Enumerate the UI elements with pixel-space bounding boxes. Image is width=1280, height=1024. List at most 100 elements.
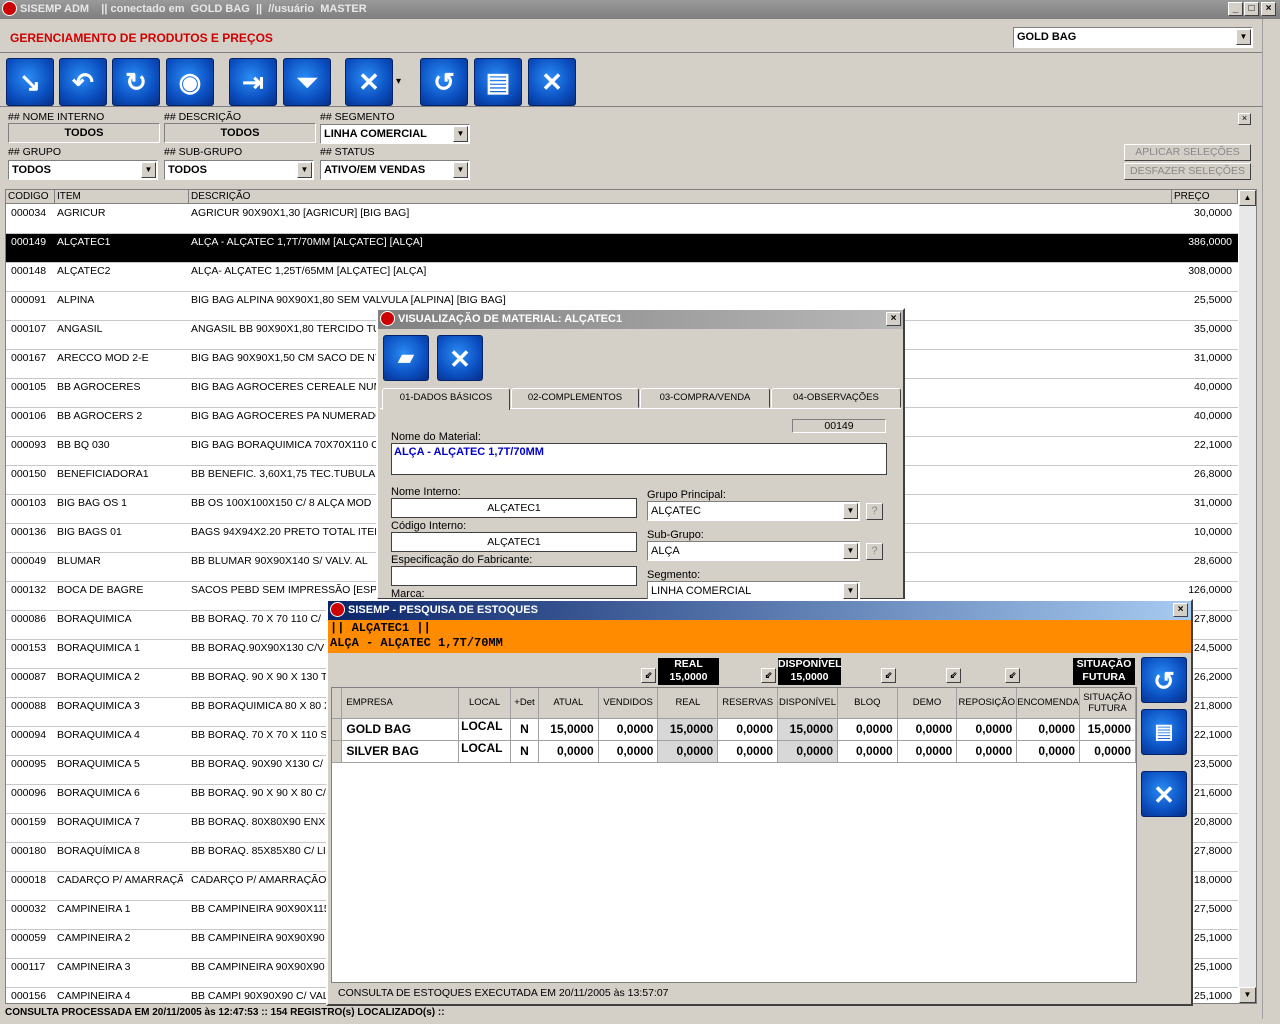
real-total: REAL 15,0000: [658, 658, 719, 685]
cell-item: CAMPINEIRA 2: [57, 932, 131, 944]
stock-col-header[interactable]: REPOSIÇÃO: [956, 688, 1018, 719]
grupo-help-button[interactable]: ?: [866, 503, 883, 520]
nome-material-field[interactable]: ALÇA - ALÇATEC 1,7T/70MM: [391, 443, 887, 475]
collapse-arrow-icon[interactable]: ⇙: [761, 668, 776, 683]
maximize-button[interactable]: □: [1244, 2, 1259, 16]
close-filter-icon[interactable]: ×: [1238, 113, 1251, 125]
close-button[interactable]: ×: [1261, 2, 1276, 16]
stock-col-header[interactable]: RESERVAS: [717, 688, 779, 719]
tools-dropdown-icon[interactable]: ▾: [396, 76, 401, 87]
col-descricao-header[interactable]: DESCRIÇÃO: [189, 190, 1172, 204]
cell-codigo: 000149: [11, 236, 47, 248]
chevron-down-icon[interactable]: ▼: [843, 583, 858, 599]
stock-col-header[interactable]: VENDIDOS: [598, 688, 659, 719]
grid-scrollbar[interactable]: ▲ ▼: [1239, 190, 1256, 1003]
tools-button[interactable]: ✕: [345, 58, 393, 106]
tab-complementos[interactable]: 02-COMPLEMENTOS: [511, 388, 639, 408]
stock-close-button[interactable]: ×: [1173, 603, 1188, 617]
cell-codigo: 000132: [11, 584, 47, 596]
goto-button[interactable]: ⇥: [229, 58, 277, 106]
stock-cell: 15,0000: [777, 718, 839, 741]
stock-col-header[interactable]: LOCAL: [458, 688, 512, 719]
stock-status: CONSULTA DE ESTOQUES EXECUTADA EM 20/11/…: [338, 987, 669, 999]
undo-selections-button[interactable]: DESFAZER SELEÇÕES: [1124, 163, 1251, 180]
minimize-button[interactable]: _: [1228, 2, 1243, 16]
col-codigo-header[interactable]: CODIGO: [6, 190, 55, 204]
cell-item: BORAQUIMICA 5: [57, 758, 140, 770]
material-logo-icon: [380, 310, 395, 326]
status-select[interactable]: ATIVO/EM VENDAS ▼: [320, 160, 470, 180]
refresh-button[interactable]: ↻: [112, 58, 160, 106]
stock-col-header[interactable]: SITUAÇÃO FUTURA: [1079, 688, 1136, 719]
scroll-up-icon[interactable]: ▲: [1239, 190, 1256, 206]
apply-selections-button[interactable]: APLICAR SELEÇÕES: [1124, 144, 1251, 161]
chevron-down-icon[interactable]: ▼: [1236, 29, 1251, 45]
stock-print-button[interactable]: ▤: [1141, 709, 1187, 755]
cell-item: BOCA DE BAGRE: [57, 584, 144, 596]
stock-col-header[interactable]: ENCOMENDA: [1016, 688, 1081, 719]
export-button[interactable]: ↘: [6, 58, 54, 106]
cell-codigo: 000049: [11, 555, 47, 567]
grupo-principal-select[interactable]: ALÇATEC ▼: [647, 501, 860, 521]
cell-item: BORAQUIMICA 6: [57, 787, 140, 799]
nome-interno-field[interactable]: ALÇATEC1: [391, 498, 637, 518]
descricao-filter[interactable]: TODOS: [164, 123, 316, 143]
chevron-down-icon[interactable]: ▼: [141, 162, 156, 178]
stock-row[interactable]: SILVER BAG LOCAL N 0,0000 0,0000 0,0000 0,0000…: [332, 740, 1136, 763]
stock-col-header[interactable]: EMPRESA: [341, 688, 460, 719]
stock-col-header[interactable]: DISPONÍVEL: [777, 688, 839, 719]
subgrupo-help-button[interactable]: ?: [866, 543, 883, 560]
scroll-down-icon[interactable]: ▼: [1239, 987, 1256, 1003]
chevron-down-icon[interactable]: ▼: [843, 543, 858, 559]
table-row[interactable]: 000149 ALÇATEC1 ALÇA - ALÇATEC 1,7T/70MM […: [6, 234, 1238, 263]
view-button[interactable]: ◉: [166, 58, 214, 106]
material-close-button[interactable]: ×: [886, 312, 901, 326]
stock-refresh-button[interactable]: ↺: [1141, 657, 1187, 703]
exit-button[interactable]: ✕: [528, 58, 576, 106]
chevron-down-icon[interactable]: ▼: [843, 503, 858, 519]
stock-title: SISEMP - PESQUISA DE ESTOQUES: [348, 604, 538, 616]
grupo-select[interactable]: TODOS ▼: [8, 160, 158, 180]
print-button[interactable]: ▤: [474, 58, 522, 106]
subgrupo-select[interactable]: TODOS ▼: [164, 160, 314, 180]
nome-interno-filter[interactable]: TODOS: [8, 123, 160, 143]
collapse-arrow-icon[interactable]: ⇙: [946, 668, 961, 683]
segmento-select-mat[interactable]: LINHA COMERCIAL ▼: [647, 581, 860, 601]
codigo-interno-field[interactable]: ALÇATEC1: [391, 532, 637, 552]
stock-exit-button[interactable]: ✕: [1141, 771, 1187, 817]
stock-col-header[interactable]: DEMO: [897, 688, 958, 719]
reload-button[interactable]: ↺: [420, 58, 468, 106]
grupo-principal-label: Grupo Principal:: [647, 489, 726, 501]
col-item-header[interactable]: ITEM: [55, 190, 189, 204]
stock-col-header[interactable]: REAL: [657, 688, 719, 719]
stock-row[interactable]: GOLD BAG LOCAL N 15,0000 0,0000 15,0000 0,0000…: [332, 718, 1136, 741]
stock-col-header[interactable]: +Det: [510, 688, 539, 719]
chevron-down-icon[interactable]: ▼: [453, 126, 468, 142]
material-exit-button[interactable]: ✕: [437, 335, 483, 381]
tab-observacoes[interactable]: 04-OBSERVAÇÕES: [771, 388, 901, 408]
stock-logo-icon: [330, 601, 345, 617]
espec-field[interactable]: [391, 566, 637, 586]
chevron-down-icon[interactable]: ▼: [297, 162, 312, 178]
material-camera-button[interactable]: ▰: [383, 335, 429, 381]
undo-button[interactable]: ↶: [59, 58, 107, 106]
segmento-select[interactable]: LINHA COMERCIAL ▼: [320, 124, 470, 144]
material-window: VISUALIZAÇÃO DE MATERIAL: ALÇATEC1 × ▰ ✕…: [376, 308, 905, 601]
company-select[interactable]: GOLD BAG ▼: [1013, 27, 1253, 48]
stock-col-header[interactable]: ATUAL: [538, 688, 599, 719]
table-row[interactable]: 000148 ALÇATEC2 ALÇA- ALÇATEC 1,25T/65MM […: [6, 263, 1238, 292]
col-preco-header[interactable]: PREÇO: [1172, 190, 1238, 204]
chevron-down-icon[interactable]: ▼: [453, 162, 468, 178]
cell-item: BORAQUIMICA 2: [57, 671, 140, 683]
tab-compra-venda[interactable]: 03-COMPRA/VENDA: [640, 388, 770, 408]
collapse-arrow-icon[interactable]: ⇙: [881, 668, 896, 683]
collapse-arrow-icon[interactable]: ⇙: [641, 668, 656, 683]
stock-col-header[interactable]: BLOQ: [837, 688, 898, 719]
stock-cell: 0,0000: [897, 740, 958, 763]
collapse-arrow-icon[interactable]: ⇙: [1005, 668, 1020, 683]
filter-button[interactable]: ⏷: [283, 58, 331, 106]
subgrupo-select-mat[interactable]: ALÇA ▼: [647, 541, 860, 561]
row-indicator-header: [332, 688, 343, 719]
tab-dados-basicos[interactable]: 01-DADOS BÁSICOS: [382, 388, 510, 410]
table-row[interactable]: 000034 AGRICUR AGRICUR 90X90X1,30 [AGRICUR…: [6, 205, 1238, 234]
